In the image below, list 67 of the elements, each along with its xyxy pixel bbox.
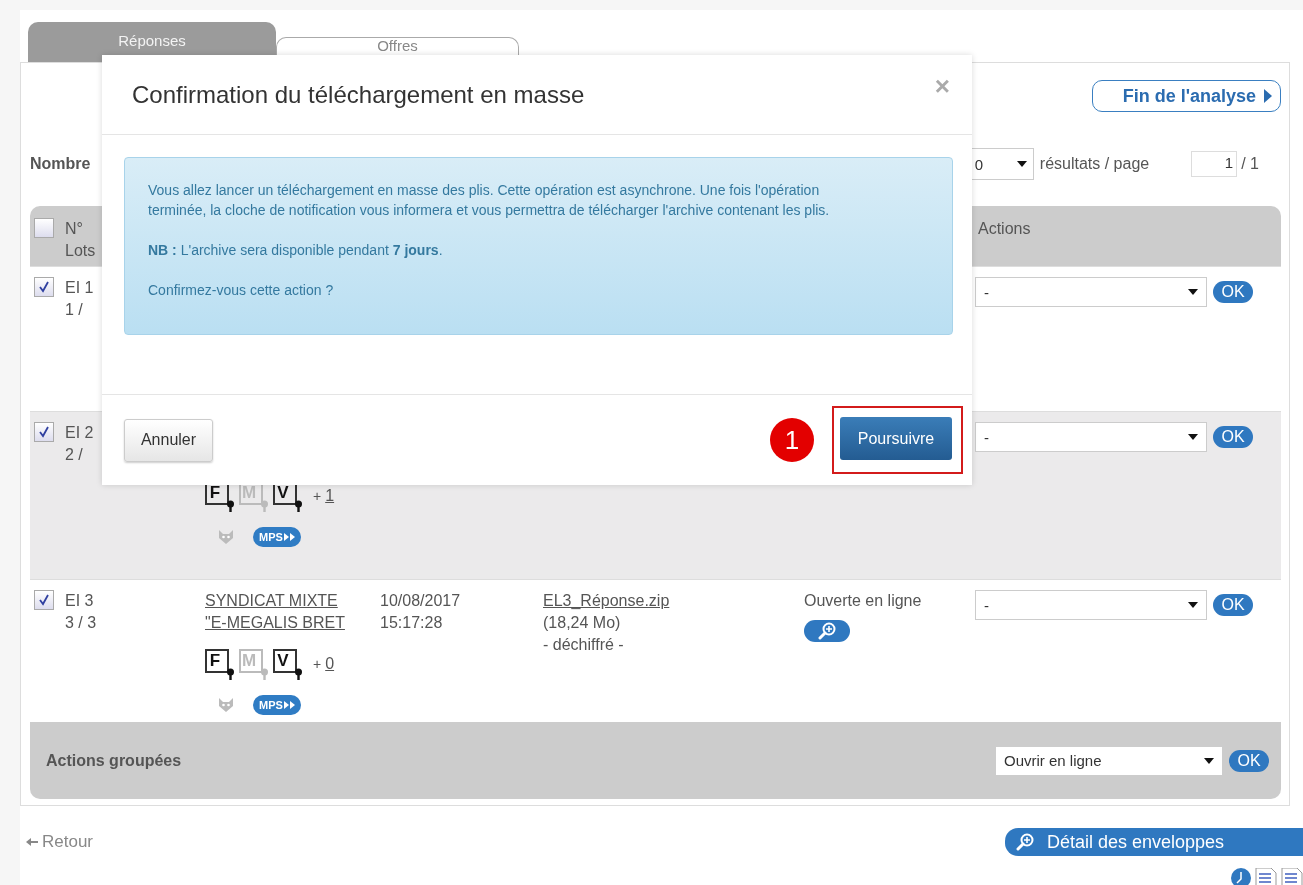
action-select[interactable]: - xyxy=(975,277,1207,307)
ok-button[interactable]: OK xyxy=(1213,594,1253,616)
action-select[interactable]: - xyxy=(975,422,1207,452)
caret-icon xyxy=(1016,161,1027,167)
mps-badge: MPS xyxy=(253,527,301,547)
envelope-number: EI 3 xyxy=(65,591,94,611)
zoom-button[interactable] xyxy=(804,620,850,642)
animal-head-icon xyxy=(217,529,235,545)
envelope-details-button[interactable]: Détail des enveloppes xyxy=(1005,828,1303,856)
arrow-left-icon xyxy=(26,838,38,846)
animal-head-icon xyxy=(217,697,235,713)
company-link[interactable]: "E-MEGALIS BRET xyxy=(205,612,345,634)
clock-icon[interactable] xyxy=(1231,868,1251,885)
continue-button[interactable]: Poursuivre xyxy=(840,417,952,460)
lot-number: 2 / xyxy=(65,445,83,465)
cancel-button[interactable]: Annuler xyxy=(124,418,213,462)
file-size: (18,24 Mo) xyxy=(543,613,621,633)
back-link[interactable]: Retour xyxy=(20,832,94,852)
file-state: - déchiffré - xyxy=(543,635,624,655)
zoom-icon xyxy=(817,622,837,640)
lot-number: 3 / 3 xyxy=(65,613,97,633)
status-text: Ouverte en ligne xyxy=(804,591,922,611)
extra-count-link[interactable]: 1 xyxy=(325,485,335,507)
message-text: NB : L'archive sera disponible pendant 7 jours. xyxy=(148,241,444,260)
grouped-actions-label: Actions groupées xyxy=(46,751,182,770)
column-header: N° xyxy=(65,219,83,239)
check-icon xyxy=(38,426,50,438)
count-label: Nombre xyxy=(30,155,91,173)
lot-number: 1 / xyxy=(65,300,83,320)
column-header: Lots xyxy=(65,241,96,261)
caret-icon xyxy=(1204,757,1214,764)
check-icon xyxy=(38,281,50,293)
plus-sign: + xyxy=(313,655,322,674)
grouped-action-select[interactable]: Ouvrir en ligne xyxy=(995,745,1223,776)
per-page-label: résultats / page xyxy=(1039,155,1150,173)
step-callout: 1 xyxy=(770,418,814,462)
zoom-icon xyxy=(1015,833,1035,851)
submission-date: 15:17:28 xyxy=(380,613,443,633)
ok-button[interactable]: OK xyxy=(1213,281,1253,303)
ok-button[interactable]: OK xyxy=(1229,749,1269,772)
checkbox[interactable] xyxy=(34,277,54,297)
extra-count-link[interactable]: 0 xyxy=(325,653,335,675)
caret-icon xyxy=(1188,434,1198,440)
envelope-number: EI 1 xyxy=(65,278,94,298)
mps-badge: MPS xyxy=(253,695,301,715)
page-size-select[interactable]: 0 xyxy=(971,148,1034,180)
checkbox[interactable] xyxy=(34,422,54,442)
plus-sign: + xyxy=(313,487,322,506)
action-select[interactable]: - xyxy=(975,590,1207,620)
company-link[interactable]: SYNDICAT MIXTE xyxy=(205,590,338,612)
column-header: Actions xyxy=(978,219,1031,239)
submission-date: 10/08/2017 xyxy=(380,591,461,611)
page-total: / 1 xyxy=(1241,155,1259,173)
file-link[interactable]: EL3_Réponse.zip xyxy=(543,590,670,612)
caret-icon xyxy=(1264,89,1272,103)
envelope-number: EI 2 xyxy=(65,423,94,443)
checkbox[interactable] xyxy=(34,590,54,610)
message-text: Vous allez lancer un téléchargement en masse des plis. Cette opération est asynchrone. Une fois l'opération terminée, la cloche de notification vous informera et vous permettra de télécharger l'archive contenant les plis. xyxy=(148,181,831,220)
caret-icon xyxy=(1188,602,1198,608)
end-analysis-button[interactable]: Fin de l'analyse xyxy=(1091,80,1281,112)
check-icon xyxy=(38,594,50,606)
ok-button[interactable]: OK xyxy=(1213,426,1253,448)
checkbox[interactable] xyxy=(34,218,54,238)
caret-icon xyxy=(1188,289,1198,295)
message-text: Confirmez-vous cette action ? xyxy=(148,281,335,300)
dialog-title: Confirmation du téléchargement en masse xyxy=(132,80,585,109)
page-input[interactable]: 1 xyxy=(1191,151,1238,177)
